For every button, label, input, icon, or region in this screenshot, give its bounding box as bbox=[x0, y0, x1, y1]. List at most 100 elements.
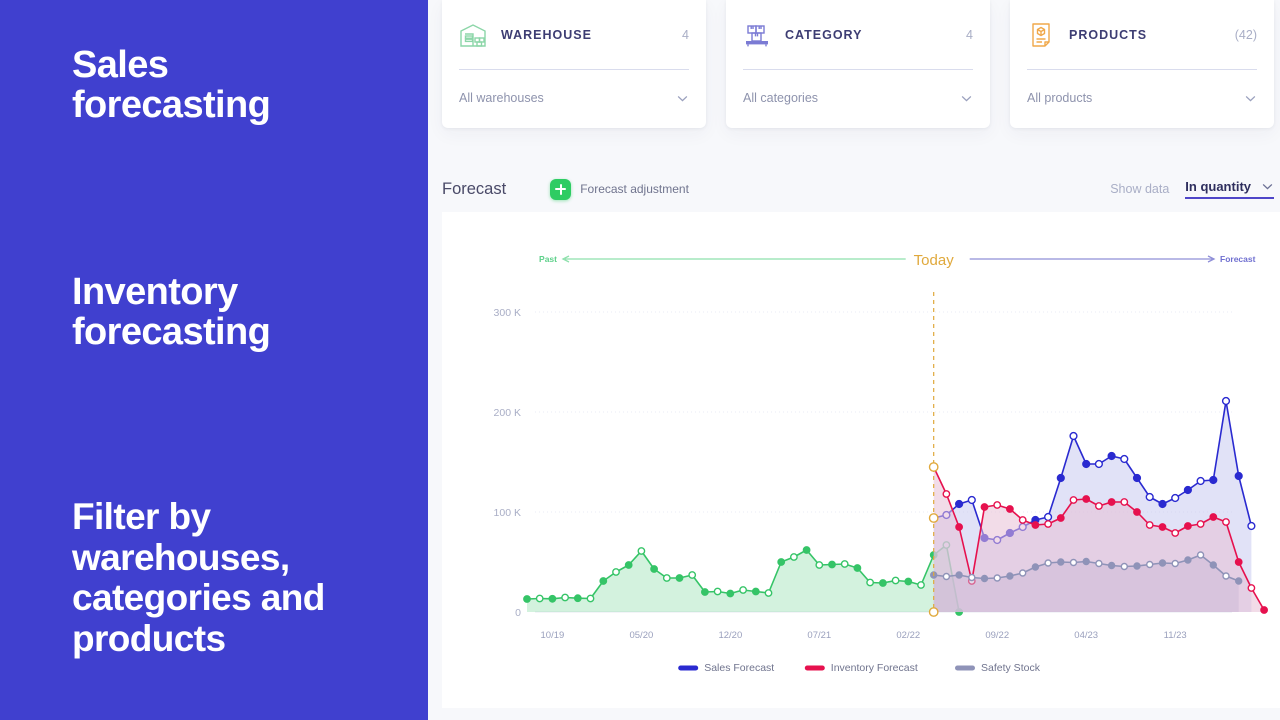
data-point[interactable] bbox=[1145, 521, 1154, 529]
data-point[interactable] bbox=[1094, 459, 1104, 469]
data-point[interactable] bbox=[637, 547, 646, 555]
data-point[interactable] bbox=[1120, 454, 1129, 464]
data-point[interactable] bbox=[675, 574, 684, 582]
legend-label[interactable]: Inventory Forecast bbox=[831, 662, 918, 674]
data-point[interactable] bbox=[1044, 559, 1052, 567]
data-point[interactable] bbox=[1018, 516, 1027, 524]
data-point[interactable] bbox=[662, 574, 671, 582]
data-point[interactable] bbox=[1209, 561, 1217, 569]
data-point[interactable] bbox=[1247, 521, 1256, 531]
data-point[interactable] bbox=[1171, 529, 1180, 537]
data-point[interactable] bbox=[726, 589, 735, 598]
data-point[interactable] bbox=[1158, 499, 1167, 509]
data-point[interactable] bbox=[1095, 559, 1103, 568]
data-point[interactable] bbox=[1069, 431, 1078, 441]
data-point[interactable] bbox=[1133, 562, 1141, 570]
legend-label[interactable]: Sales Forecast bbox=[704, 662, 774, 674]
data-point[interactable] bbox=[1247, 584, 1256, 592]
data-point[interactable] bbox=[1082, 459, 1091, 469]
data-point[interactable] bbox=[904, 577, 913, 586]
data-point[interactable] bbox=[1133, 508, 1141, 516]
data-point[interactable] bbox=[1019, 569, 1027, 577]
data-point[interactable] bbox=[1120, 562, 1128, 571]
data-point[interactable] bbox=[739, 586, 747, 594]
legend-label[interactable]: Safety Stock bbox=[981, 662, 1041, 674]
data-point[interactable] bbox=[1235, 577, 1243, 585]
data-point[interactable] bbox=[1069, 558, 1078, 567]
data-point[interactable] bbox=[1069, 496, 1078, 504]
data-point[interactable] bbox=[1107, 451, 1116, 461]
data-point[interactable] bbox=[1260, 606, 1268, 614]
filter-card-warehouse[interactable]: WAREHOUSE 4 All warehouses bbox=[442, 0, 706, 128]
filter-card-products[interactable]: PRODUCTS (42) All products bbox=[1010, 0, 1274, 128]
data-point[interactable] bbox=[1146, 560, 1154, 569]
data-point[interactable] bbox=[802, 546, 811, 554]
data-point[interactable] bbox=[523, 595, 531, 603]
data-point[interactable] bbox=[1196, 476, 1205, 486]
data-point[interactable] bbox=[1158, 523, 1167, 531]
data-point[interactable] bbox=[1184, 556, 1192, 564]
data-point[interactable] bbox=[599, 577, 608, 585]
unit-select[interactable]: In quantity bbox=[1185, 179, 1274, 199]
data-point[interactable] bbox=[980, 574, 989, 583]
data-point[interactable] bbox=[1222, 518, 1230, 526]
data-point[interactable] bbox=[1145, 492, 1154, 502]
data-point[interactable] bbox=[1031, 563, 1040, 571]
data-point[interactable] bbox=[955, 523, 963, 531]
data-point[interactable] bbox=[1196, 520, 1205, 528]
data-point[interactable] bbox=[764, 589, 773, 597]
data-point[interactable] bbox=[967, 495, 976, 505]
data-point[interactable] bbox=[968, 573, 976, 582]
filter-card-category[interactable]: CATEGORY 4 All categories bbox=[726, 0, 990, 128]
data-point[interactable] bbox=[650, 565, 659, 573]
data-point[interactable] bbox=[853, 564, 862, 572]
data-point[interactable] bbox=[1107, 561, 1116, 570]
warehouse-select[interactable]: All warehouses bbox=[459, 87, 689, 109]
data-point[interactable] bbox=[1234, 471, 1243, 481]
data-point[interactable] bbox=[954, 499, 964, 509]
data-point[interactable] bbox=[561, 593, 570, 602]
data-point[interactable] bbox=[1056, 514, 1065, 522]
data-point[interactable] bbox=[1107, 498, 1116, 506]
data-point[interactable] bbox=[1209, 513, 1218, 521]
data-point[interactable] bbox=[993, 501, 1002, 509]
forecast-chart[interactable]: 0 100 K 200 K 300 K 10/19 05/20 12/20 07/21 02/2… bbox=[442, 212, 1280, 708]
data-point[interactable] bbox=[1158, 559, 1167, 567]
data-point[interactable] bbox=[993, 574, 1001, 582]
data-point[interactable] bbox=[1095, 502, 1103, 510]
data-point[interactable] bbox=[942, 572, 951, 581]
category-select[interactable]: All categories bbox=[743, 87, 973, 109]
data-point[interactable] bbox=[700, 588, 709, 596]
data-point[interactable] bbox=[751, 587, 760, 596]
data-point[interactable] bbox=[1171, 493, 1180, 503]
data-point[interactable] bbox=[1132, 473, 1142, 483]
data-point[interactable] bbox=[1082, 557, 1090, 566]
data-point[interactable] bbox=[1209, 475, 1218, 485]
data-point[interactable] bbox=[1044, 520, 1052, 528]
data-point[interactable] bbox=[777, 558, 786, 566]
data-point[interactable] bbox=[942, 490, 951, 498]
data-point[interactable] bbox=[1183, 485, 1193, 495]
data-point[interactable] bbox=[1222, 572, 1230, 580]
products-select[interactable]: All products bbox=[1027, 87, 1257, 109]
data-point[interactable] bbox=[789, 553, 798, 561]
data-point[interactable] bbox=[840, 560, 849, 568]
forecast-adjustment-button[interactable]: Forecast adjustment bbox=[550, 178, 689, 200]
data-point[interactable] bbox=[955, 571, 963, 579]
data-point[interactable] bbox=[612, 568, 620, 576]
data-point[interactable] bbox=[624, 561, 633, 569]
data-point[interactable] bbox=[1006, 572, 1014, 580]
data-point[interactable] bbox=[1234, 558, 1243, 566]
data-point[interactable] bbox=[1171, 559, 1179, 568]
data-point[interactable] bbox=[1056, 473, 1065, 483]
data-point[interactable] bbox=[828, 560, 836, 569]
data-point[interactable] bbox=[713, 587, 722, 596]
data-point[interactable] bbox=[917, 581, 925, 589]
data-point[interactable] bbox=[548, 594, 557, 603]
data-point[interactable] bbox=[866, 578, 874, 587]
data-point[interactable] bbox=[573, 594, 582, 603]
data-point[interactable] bbox=[815, 561, 824, 569]
data-point[interactable] bbox=[1082, 495, 1091, 503]
data-point[interactable] bbox=[1221, 396, 1231, 406]
data-point[interactable] bbox=[1031, 521, 1040, 529]
